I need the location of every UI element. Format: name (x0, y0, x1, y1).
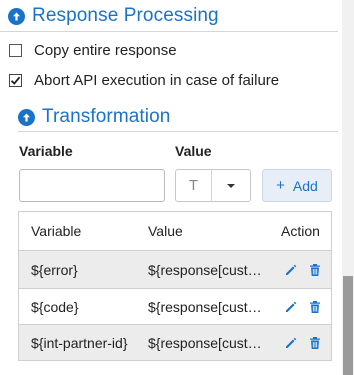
pencil-icon[interactable] (283, 299, 299, 315)
response-processing-header[interactable]: Response Processing (8, 4, 219, 28)
add-button-label: Add (292, 177, 318, 194)
pencil-icon[interactable] (283, 262, 299, 278)
divider (18, 131, 338, 132)
column-header-variable: Variable (31, 223, 82, 239)
plus-icon: + (276, 177, 285, 194)
trash-icon[interactable] (307, 335, 323, 351)
row-variable: ${int-partner-id} (31, 334, 128, 351)
divider (0, 31, 338, 32)
row-actions (283, 299, 331, 315)
value-type-select[interactable]: T (175, 169, 251, 202)
abort-on-failure-row[interactable]: Abort API execution in case of failure (9, 70, 279, 90)
transformation-table: Variable Value Action ${error} ${respons… (18, 211, 332, 361)
variable-input[interactable] (19, 169, 165, 202)
pencil-icon[interactable] (283, 335, 299, 351)
row-value: ${response[custo… (148, 334, 268, 351)
value-field-label: Value (175, 143, 212, 159)
trash-icon[interactable] (307, 299, 323, 315)
row-actions (283, 335, 331, 351)
type-value: T (176, 170, 212, 201)
section-title: Response Processing (32, 5, 219, 26)
row-value: ${response[custo… (148, 261, 268, 278)
row-variable: ${error} (31, 261, 78, 278)
table-row: ${code} ${response[custo… (19, 289, 331, 324)
copy-entire-response-row[interactable]: Copy entire response (9, 40, 177, 60)
column-header-action: Action (281, 223, 320, 239)
row-variable: ${code} (31, 298, 79, 315)
check-icon (10, 76, 21, 85)
table-row: ${error} ${response[custo… (19, 251, 331, 288)
section-title: Transformation (42, 106, 171, 127)
column-header-value: Value (148, 223, 183, 239)
arrow-up-circle-icon (8, 7, 25, 25)
checkbox-label: Copy entire response (34, 41, 177, 59)
table-row: ${int-partner-id} ${response[custo… (19, 325, 331, 360)
table-header-row: Variable Value Action (19, 212, 331, 250)
caret-down-icon[interactable] (212, 170, 250, 201)
checkbox-label: Abort API execution in case of failure (34, 71, 280, 89)
add-button[interactable]: + Add (262, 169, 332, 202)
variable-field-label: Variable (19, 143, 73, 159)
row-actions (283, 262, 331, 278)
arrow-up-circle-icon (18, 108, 35, 126)
abort-on-failure-checkbox[interactable] (9, 73, 22, 87)
copy-entire-response-checkbox[interactable] (9, 43, 22, 57)
trash-icon[interactable] (307, 262, 323, 278)
transformation-header[interactable]: Transformation (18, 105, 170, 129)
scrollbar-thumb[interactable] (343, 276, 353, 375)
row-value: ${response[custo… (148, 298, 268, 315)
